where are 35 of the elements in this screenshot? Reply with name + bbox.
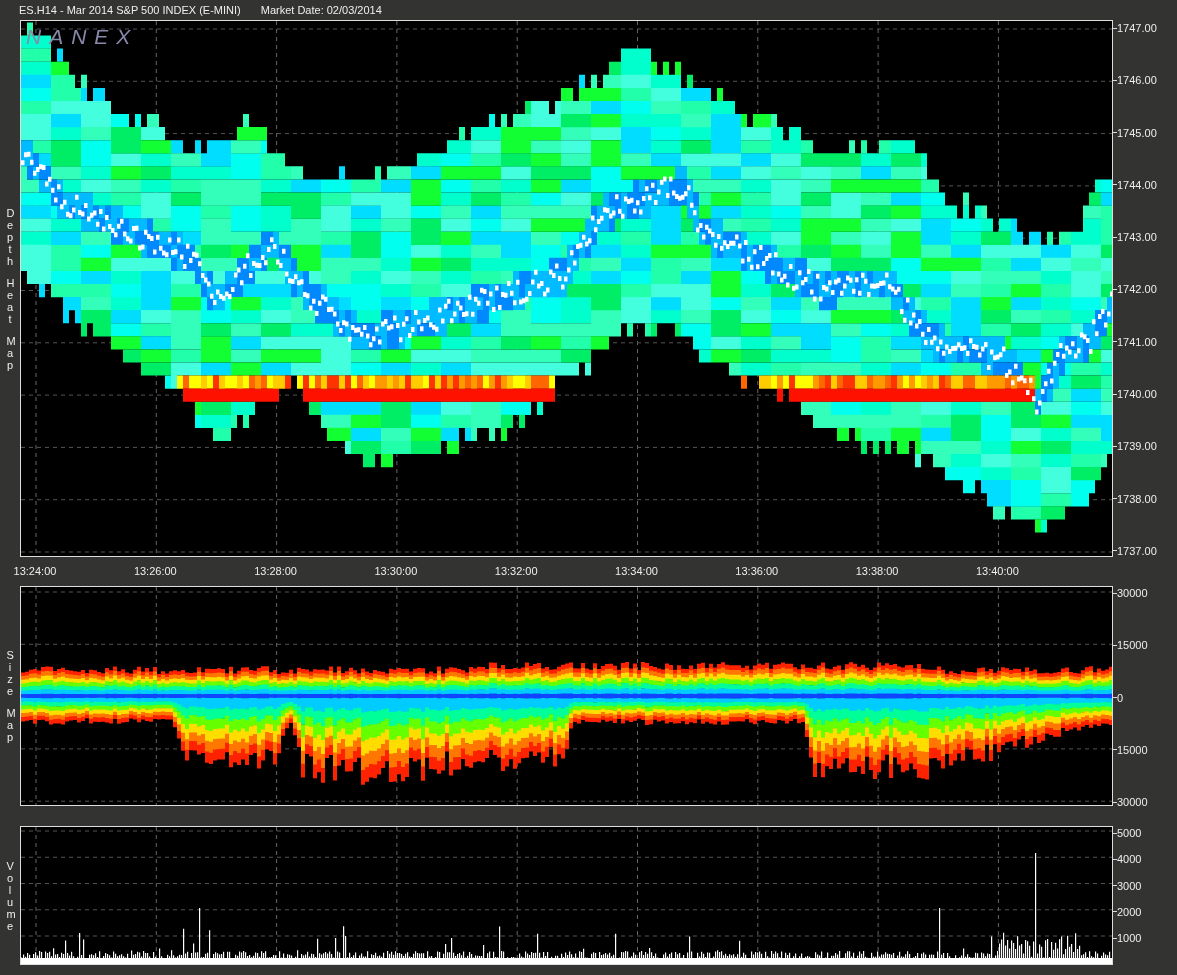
axis-tick-label: 1000 <box>1117 931 1142 945</box>
axis-tick-label: 1737.00 <box>1117 543 1157 558</box>
time-axis-label: 13:28:00 <box>253 564 298 580</box>
time-axis-label: 13:30:00 <box>373 564 419 580</box>
axis-tick-label: 1739.00 <box>1117 439 1157 454</box>
axis-tick-label: 4000 <box>1117 852 1142 867</box>
time-axis-label: 13:36:00 <box>734 564 780 580</box>
panel-label: Volume <box>6 859 14 932</box>
axis-tick-label: 15000 <box>1117 638 1148 653</box>
time-axis-label: 13:24:00 <box>12 564 58 580</box>
axis-tick-label: 2000 <box>1117 904 1142 919</box>
market-date: Market Date: 02/03/2014 <box>260 2 382 18</box>
time-axis-label: 13:34:00 <box>614 564 659 580</box>
axis-tick-label: 1742.00 <box>1117 282 1157 297</box>
axis-tick-label: 1738.00 <box>1117 491 1157 506</box>
panel-label: Size Map <box>6 649 14 743</box>
axis-tick-label: 1741.00 <box>1117 334 1157 349</box>
axis-tick-label: 30000 <box>1117 795 1148 809</box>
axis-tick-label: 5000 <box>1117 826 1142 840</box>
axis-tick-label: 0 <box>1117 690 1124 705</box>
axis-tick-label: 30000 <box>1117 586 1148 600</box>
axis-tick-label: 15000 <box>1117 742 1148 757</box>
time-axis-label: 13:40:00 <box>974 564 1020 580</box>
time-axis-label: 13:38:00 <box>854 564 900 580</box>
axis-tick-label: 1743.00 <box>1117 230 1157 245</box>
time-axis-label: 13:26:00 <box>132 564 178 580</box>
symbol-title: ES.H14 - Mar 2014 S&P 500 INDEX (E-MINI) <box>19 2 241 18</box>
axis-tick-label: 1744.00 <box>1117 177 1157 192</box>
axis-tick-label: 1745.00 <box>1117 125 1157 140</box>
panel-label: Depth Heat Map <box>6 206 14 371</box>
axis-tick-label: 1740.00 <box>1117 387 1157 402</box>
axis-tick-label: 1746.00 <box>1117 73 1157 88</box>
axis-tick-label: 1747.00 <box>1117 21 1157 35</box>
axis-tick-label: 3000 <box>1117 878 1142 893</box>
time-axis-label: 13:32:00 <box>493 564 539 580</box>
